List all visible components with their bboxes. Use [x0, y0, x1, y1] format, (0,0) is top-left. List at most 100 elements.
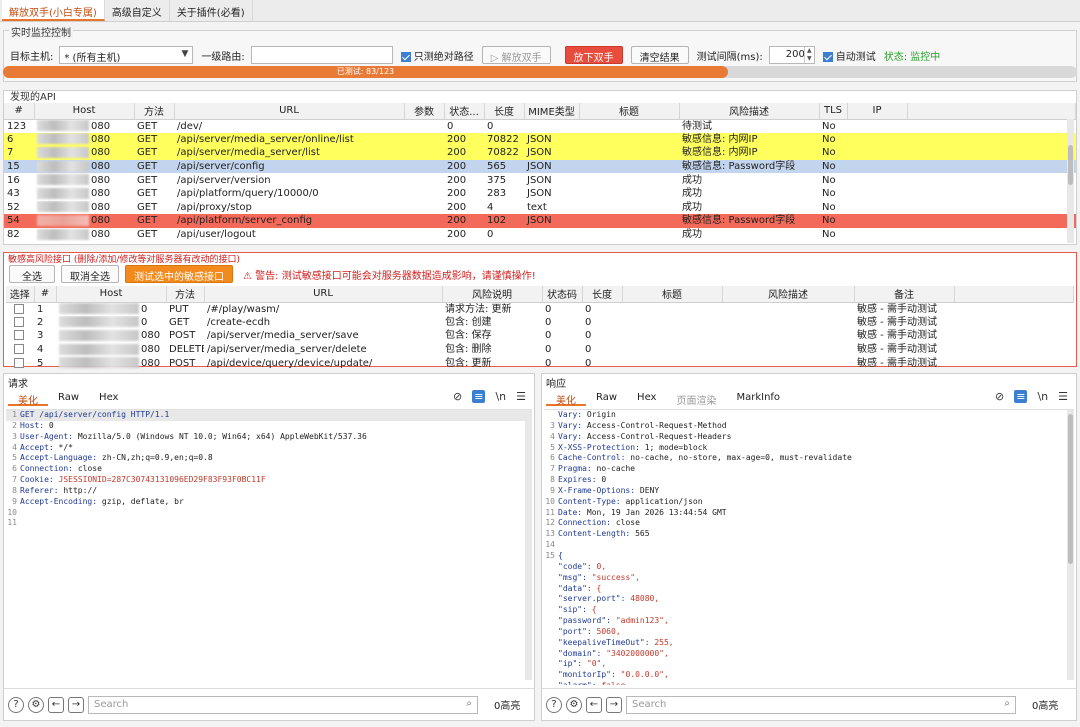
sensitive-col-header[interactable]: Host [56, 286, 167, 303]
wrap-icon[interactable]: ≡ [472, 390, 486, 403]
request-tab-pretty[interactable]: 美化 [8, 392, 48, 407]
api-cell-mime: text [524, 201, 579, 215]
api-scrollbar[interactable] [1067, 119, 1074, 243]
row-checkbox[interactable] [13, 330, 24, 341]
api-cell-params [404, 201, 444, 215]
interval-value: 200 [785, 49, 805, 60]
sensitive-col-header[interactable]: 长度 [582, 286, 623, 303]
api-col-header[interactable]: 状态... [444, 103, 485, 120]
sensitive-col-header[interactable]: 风险说明 [442, 286, 543, 303]
row-checkbox[interactable] [13, 357, 24, 368]
sensitive-col-header[interactable]: # [34, 286, 57, 303]
target-host-select[interactable]: * (所有主机) ▼ [59, 46, 194, 64]
arrow-right-icon[interactable]: → [606, 696, 622, 713]
sensitive-col-header[interactable]: 状态码 [542, 286, 583, 303]
api-table-row[interactable]: 6 080 GET/api/server/media_server/online/l… [4, 132, 1076, 147]
code-line: "keepaliveTimeOut": 255, [544, 638, 1074, 649]
free-hands-button[interactable]: ▷ 解放双手 [481, 46, 551, 64]
request-search-input[interactable]: Search ⌕ [88, 695, 478, 714]
response-editor[interactable]: Vary: Origin 3 Vary: Access-Control-Reques… [544, 409, 1074, 685]
menu-icon[interactable]: ☰ [516, 390, 526, 403]
eye-off-icon[interactable]: ⊘ [995, 390, 1004, 403]
sensitive-col-header[interactable]: 选择 [6, 286, 35, 303]
api-col-header[interactable]: TLS [819, 103, 848, 120]
api-col-header[interactable]: IP [847, 103, 908, 120]
sensitive-table-row[interactable]: 5 080 POST/api/device/query/device/update/… [6, 356, 1074, 370]
tab-advanced[interactable]: 高级自定义 [105, 0, 170, 21]
api-cell-mime: JSON [524, 159, 579, 174]
sensitive-col-header[interactable]: URL [204, 286, 443, 303]
row-checkbox[interactable] [13, 303, 24, 314]
sensitive-table-row[interactable]: 2 0 GET/create-ecdh 包含: 创建 0 0 敏感 - 需手动测试 [6, 316, 1074, 330]
sensitive-col-header[interactable]: 备注 [854, 286, 955, 303]
clear-results-button[interactable]: 清空结果 [630, 46, 689, 64]
abs-path-checkbox[interactable]: 只测绝对路径 [400, 48, 474, 63]
wrap-icon[interactable]: ≡ [1014, 390, 1028, 403]
arrow-left-icon[interactable]: ← [48, 696, 64, 713]
arrow-left-icon[interactable]: ← [586, 696, 602, 713]
api-table-row[interactable]: 82 080 GET/api/user/logout 200 0 成功 No [4, 228, 1076, 242]
api-table-row[interactable]: 52 080 GET/api/proxy/stop 200 4 text 成功 No [4, 201, 1076, 215]
api-table-row[interactable]: 123 080 GET/dev/0 0 待测试 No [4, 119, 1076, 133]
response-tab-hex[interactable]: Hex [627, 392, 666, 406]
newline-icon[interactable]: \n [1037, 390, 1048, 403]
newline-icon[interactable]: \n [495, 390, 506, 403]
sensitive-table-row[interactable]: 3 080 POST/api/server/media_server/save 包含:… [6, 329, 1074, 343]
api-table-row[interactable]: 43 080 GET/api/platform/query/10000/0 200 28… [4, 187, 1076, 201]
tab-free-hands[interactable]: 解放双手(小白专属) [2, 0, 105, 21]
api-col-header[interactable]: Host [34, 103, 135, 120]
api-table-row[interactable]: 54 080 GET/api/platform/server_config 200 10… [4, 214, 1076, 228]
scroll-thumb[interactable] [1068, 414, 1073, 564]
request-tab-hex[interactable]: Hex [89, 392, 128, 406]
eye-off-icon[interactable]: ⊘ [453, 390, 462, 403]
auto-test-checkbox[interactable]: 自动测试 [822, 48, 876, 63]
sensitive-table-row[interactable]: 1 0 PUT /#/play/wasm/请求方法: 更新 0 0 敏感 - 需手动测试 [6, 302, 1074, 316]
response-tab-raw[interactable]: Raw [586, 392, 627, 406]
api-col-header[interactable]: MIME类型 [524, 103, 580, 120]
response-scrollbar[interactable] [1067, 410, 1074, 680]
scroll-thumb[interactable] [1068, 145, 1073, 185]
api-table-row[interactable]: 7 080 GET/api/server/media_server/list 200 7… [4, 146, 1076, 160]
api-col-header[interactable]: # [4, 103, 35, 120]
sensitive-col-header[interactable]: 标题 [622, 286, 723, 303]
test-selected-button[interactable]: 测试选中的敏感接口 [125, 265, 233, 283]
tab-about[interactable]: 关于插件(必看) [170, 0, 253, 21]
api-col-header[interactable]: URL [174, 103, 405, 120]
stop-button[interactable]: 放下双手 [564, 46, 623, 64]
api-cell-method: GET [134, 187, 174, 201]
route-input[interactable] [250, 46, 393, 64]
api-col-header[interactable]: 标题 [579, 103, 680, 120]
help-icon[interactable]: ? [546, 696, 562, 713]
sensitive-cell-text: 0 [141, 316, 148, 328]
request-editor[interactable]: 1 GET /api/server/config HTTP/1.1 2 Host: … [6, 409, 532, 685]
sensitive-col-header[interactable]: 风险描述 [722, 286, 855, 303]
gear-icon[interactable]: ⚙ [28, 696, 44, 713]
api-cell-url: /api/server/media_server/list [174, 146, 404, 160]
gear-icon[interactable]: ⚙ [566, 696, 582, 713]
api-table-row[interactable]: 16 080 GET/api/server/version 200 375 JSON 成功 N… [4, 173, 1076, 187]
deselect-all-button[interactable]: 取消全选 [61, 265, 119, 283]
sensitive-table-row[interactable]: 4 080 DELETE/api/server/media_server/delet… [6, 343, 1074, 357]
select-all-button[interactable]: 全选 [9, 265, 55, 283]
api-cell-text: 敏感信息: Password字段 [682, 215, 796, 227]
api-col-header[interactable]: 参数 [404, 103, 445, 120]
row-checkbox[interactable] [13, 344, 24, 355]
response-tab-pretty[interactable]: 美化 [546, 392, 586, 407]
api-col-header[interactable]: 风险描述 [679, 103, 820, 120]
sensitive-col-header[interactable]: 方法 [166, 286, 205, 303]
api-table-row[interactable]: 15 080 GET/api/server/config 200 565 JSON 敏感信息… [4, 159, 1076, 174]
api-col-header[interactable]: 方法 [134, 103, 175, 120]
help-icon[interactable]: ? [8, 696, 24, 713]
api-col-header[interactable]: 长度 [484, 103, 525, 120]
request-scrollbar[interactable] [525, 410, 532, 680]
menu-icon[interactable]: ☰ [1058, 390, 1068, 403]
response-tab-render[interactable]: 页面渲染 [666, 392, 726, 407]
interval-spinner[interactable]: 200 ▲ ▼ [768, 46, 815, 64]
arrow-right-icon[interactable]: → [68, 696, 84, 713]
response-search-input[interactable]: Search ⌕ [626, 695, 1016, 714]
row-checkbox[interactable] [13, 316, 24, 327]
checkbox-checked-icon [400, 51, 411, 62]
spinner-arrows-icon[interactable]: ▲ ▼ [803, 47, 814, 63]
request-tab-raw[interactable]: Raw [48, 392, 89, 406]
response-tab-markinfo[interactable]: MarkInfo [726, 392, 790, 406]
